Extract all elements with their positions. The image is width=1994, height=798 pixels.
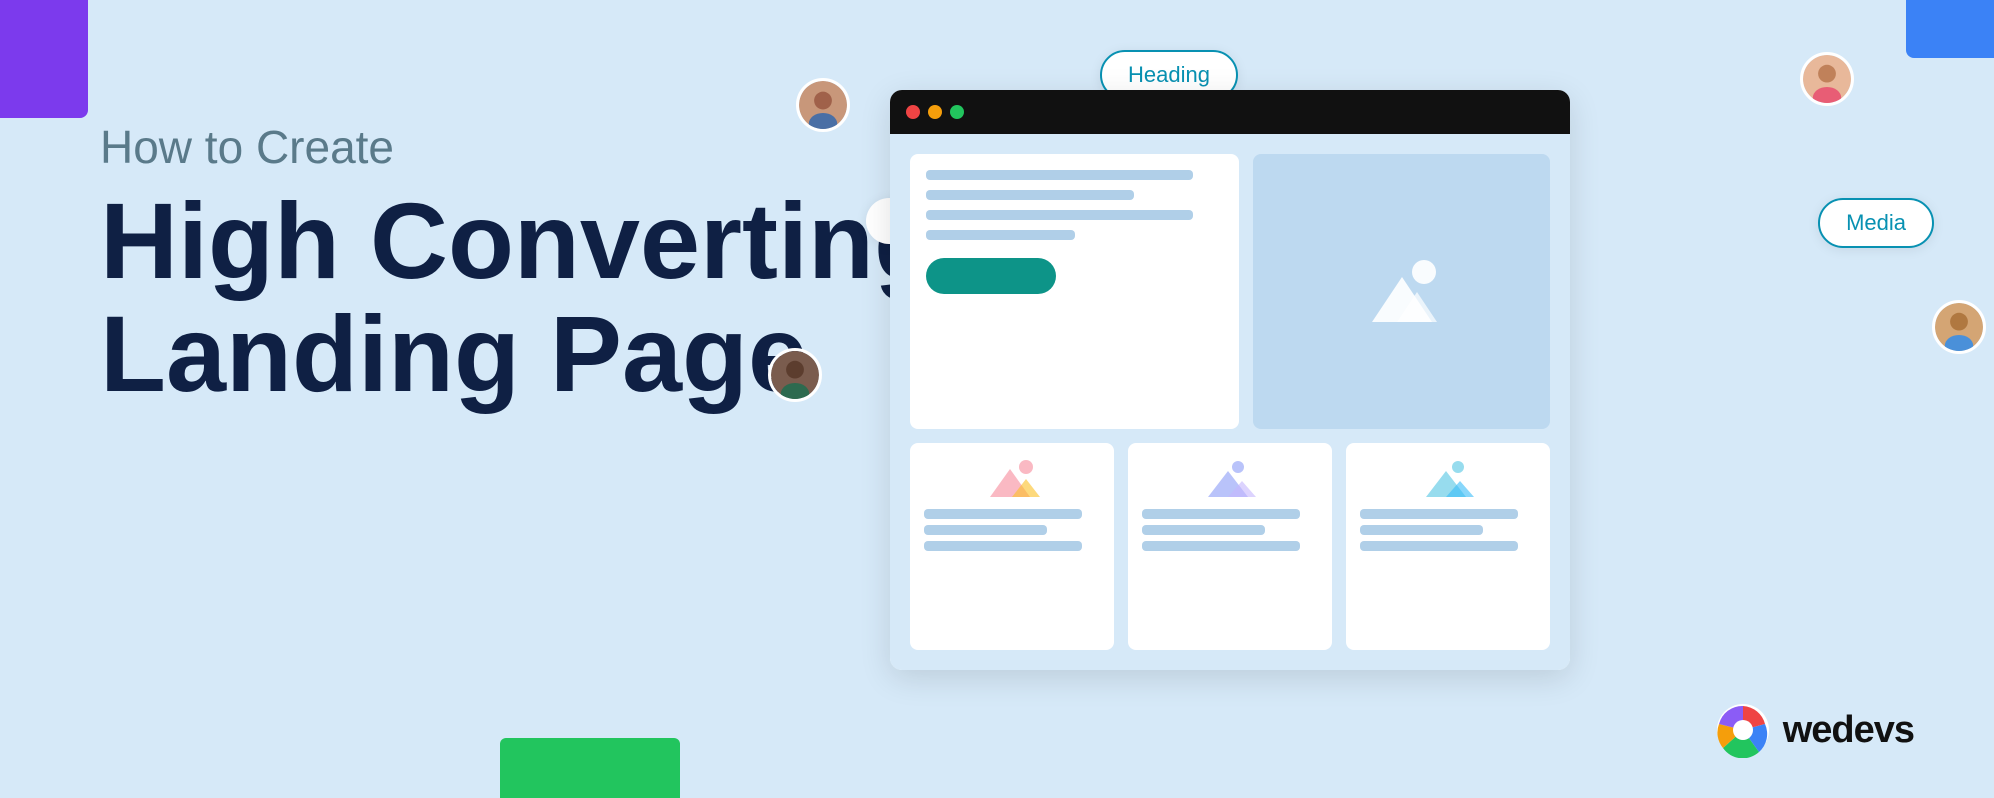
card-line xyxy=(1360,541,1518,551)
browser-bottom-section xyxy=(910,443,1550,650)
avatar-4 xyxy=(1932,300,1986,354)
wedevs-logo-icon xyxy=(1715,702,1771,758)
media-badge: Media xyxy=(1818,198,1934,248)
green-bottom-decoration xyxy=(500,738,680,798)
card-1-lines xyxy=(924,509,1100,551)
card-line xyxy=(924,541,1082,551)
wedevs-brand-name: wedevs xyxy=(1783,709,1914,752)
card-2-lines xyxy=(1142,509,1318,551)
browser-titlebar xyxy=(890,90,1570,134)
browser-dot-green xyxy=(950,105,964,119)
card-mountain-1 xyxy=(982,457,1042,501)
browser-card-3 xyxy=(1346,443,1550,650)
browser-cta-button xyxy=(926,258,1056,294)
browser-content-area xyxy=(890,134,1570,670)
browser-mockup xyxy=(890,90,1570,670)
avatar-3 xyxy=(1800,52,1854,106)
card-line xyxy=(1142,525,1265,535)
card-line xyxy=(1360,509,1518,519)
browser-top-section xyxy=(910,154,1550,429)
avatar-2 xyxy=(768,348,822,402)
card-3-lines xyxy=(1360,509,1536,551)
card-mountain-2 xyxy=(1200,457,1260,501)
text-line-2 xyxy=(926,190,1134,200)
browser-left-column xyxy=(910,154,1239,429)
text-line-3 xyxy=(926,210,1193,220)
browser-right-column xyxy=(1253,154,1550,429)
browser-card-1 xyxy=(910,443,1114,650)
text-line-4 xyxy=(926,230,1075,240)
card-line xyxy=(1360,525,1483,535)
corner-purple-decoration xyxy=(0,0,88,118)
card-mountain-3 xyxy=(1418,457,1478,501)
card-line xyxy=(1142,541,1300,551)
browser-card-2 xyxy=(1128,443,1332,650)
card-line xyxy=(924,509,1082,519)
avatar-1 xyxy=(796,78,850,132)
card-line xyxy=(1142,509,1300,519)
wedevs-logo: wedevs xyxy=(1715,702,1914,758)
corner-blue-decoration xyxy=(1906,0,1994,58)
mountain-illustration xyxy=(1352,252,1452,332)
hero-title-line1: High Converting xyxy=(100,180,940,301)
text-line-1 xyxy=(926,170,1193,180)
card-line xyxy=(924,525,1047,535)
browser-dot-yellow xyxy=(928,105,942,119)
hero-title-line2: Landing Page xyxy=(100,293,808,414)
browser-dot-red xyxy=(906,105,920,119)
